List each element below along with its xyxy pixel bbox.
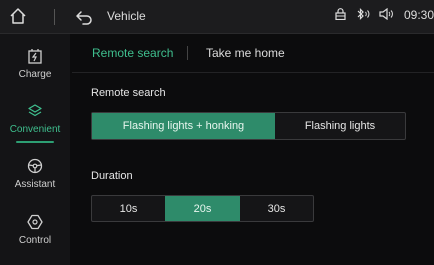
sidebar: Charge Convenient Assistant Control — [0, 34, 70, 265]
sidebar-item-assistant[interactable]: Assistant — [0, 152, 70, 202]
top-bar-divider — [54, 9, 55, 25]
sidebar-item-charge[interactable]: Charge — [0, 42, 70, 92]
volume-icon — [379, 7, 393, 21]
remote-search-heading: Remote search — [91, 87, 166, 99]
lock-icon — [335, 8, 346, 21]
home-icon[interactable] — [8, 6, 28, 26]
main-panel: Remote search Take me home Remote search… — [72, 34, 434, 265]
back-arrow-icon[interactable] — [75, 8, 93, 26]
duration-option-10s[interactable]: 10s — [92, 196, 165, 221]
option-flashing-lights-honking[interactable]: Flashing lights + honking — [92, 113, 275, 139]
duration-heading: Duration — [91, 170, 133, 182]
duration-selector: 10s 20s 30s — [91, 195, 314, 222]
sidebar-item-control[interactable]: Control — [0, 208, 70, 258]
remote-search-selector: Flashing lights + honking Flashing light… — [91, 112, 406, 140]
sidebar-item-label: Assistant — [14, 179, 56, 190]
duration-option-30s[interactable]: 30s — [240, 196, 313, 221]
option-flashing-lights[interactable]: Flashing lights — [275, 113, 405, 139]
control-icon — [27, 214, 43, 230]
sidebar-item-label: Control — [18, 235, 52, 246]
page-title: Vehicle — [107, 9, 146, 23]
tab-bar: Remote search Take me home — [72, 34, 434, 73]
top-bar: Vehicle 09:30 — [0, 0, 434, 34]
steering-wheel-icon — [27, 158, 43, 174]
active-indicator — [16, 141, 54, 143]
convenient-icon — [28, 104, 42, 117]
tab-take-me-home[interactable]: Take me home — [206, 46, 285, 60]
tab-divider — [187, 46, 188, 60]
sidebar-item-label: Convenient — [9, 124, 61, 135]
tab-remote-search[interactable]: Remote search — [92, 46, 173, 60]
bluetooth-icon — [357, 8, 370, 20]
sidebar-item-convenient[interactable]: Convenient — [0, 97, 70, 147]
duration-option-20s[interactable]: 20s — [165, 196, 240, 221]
status-area: 09:30 — [335, 7, 434, 22]
clock: 09:30 — [403, 8, 434, 22]
charge-icon — [28, 49, 42, 64]
sidebar-item-label: Charge — [18, 69, 52, 80]
